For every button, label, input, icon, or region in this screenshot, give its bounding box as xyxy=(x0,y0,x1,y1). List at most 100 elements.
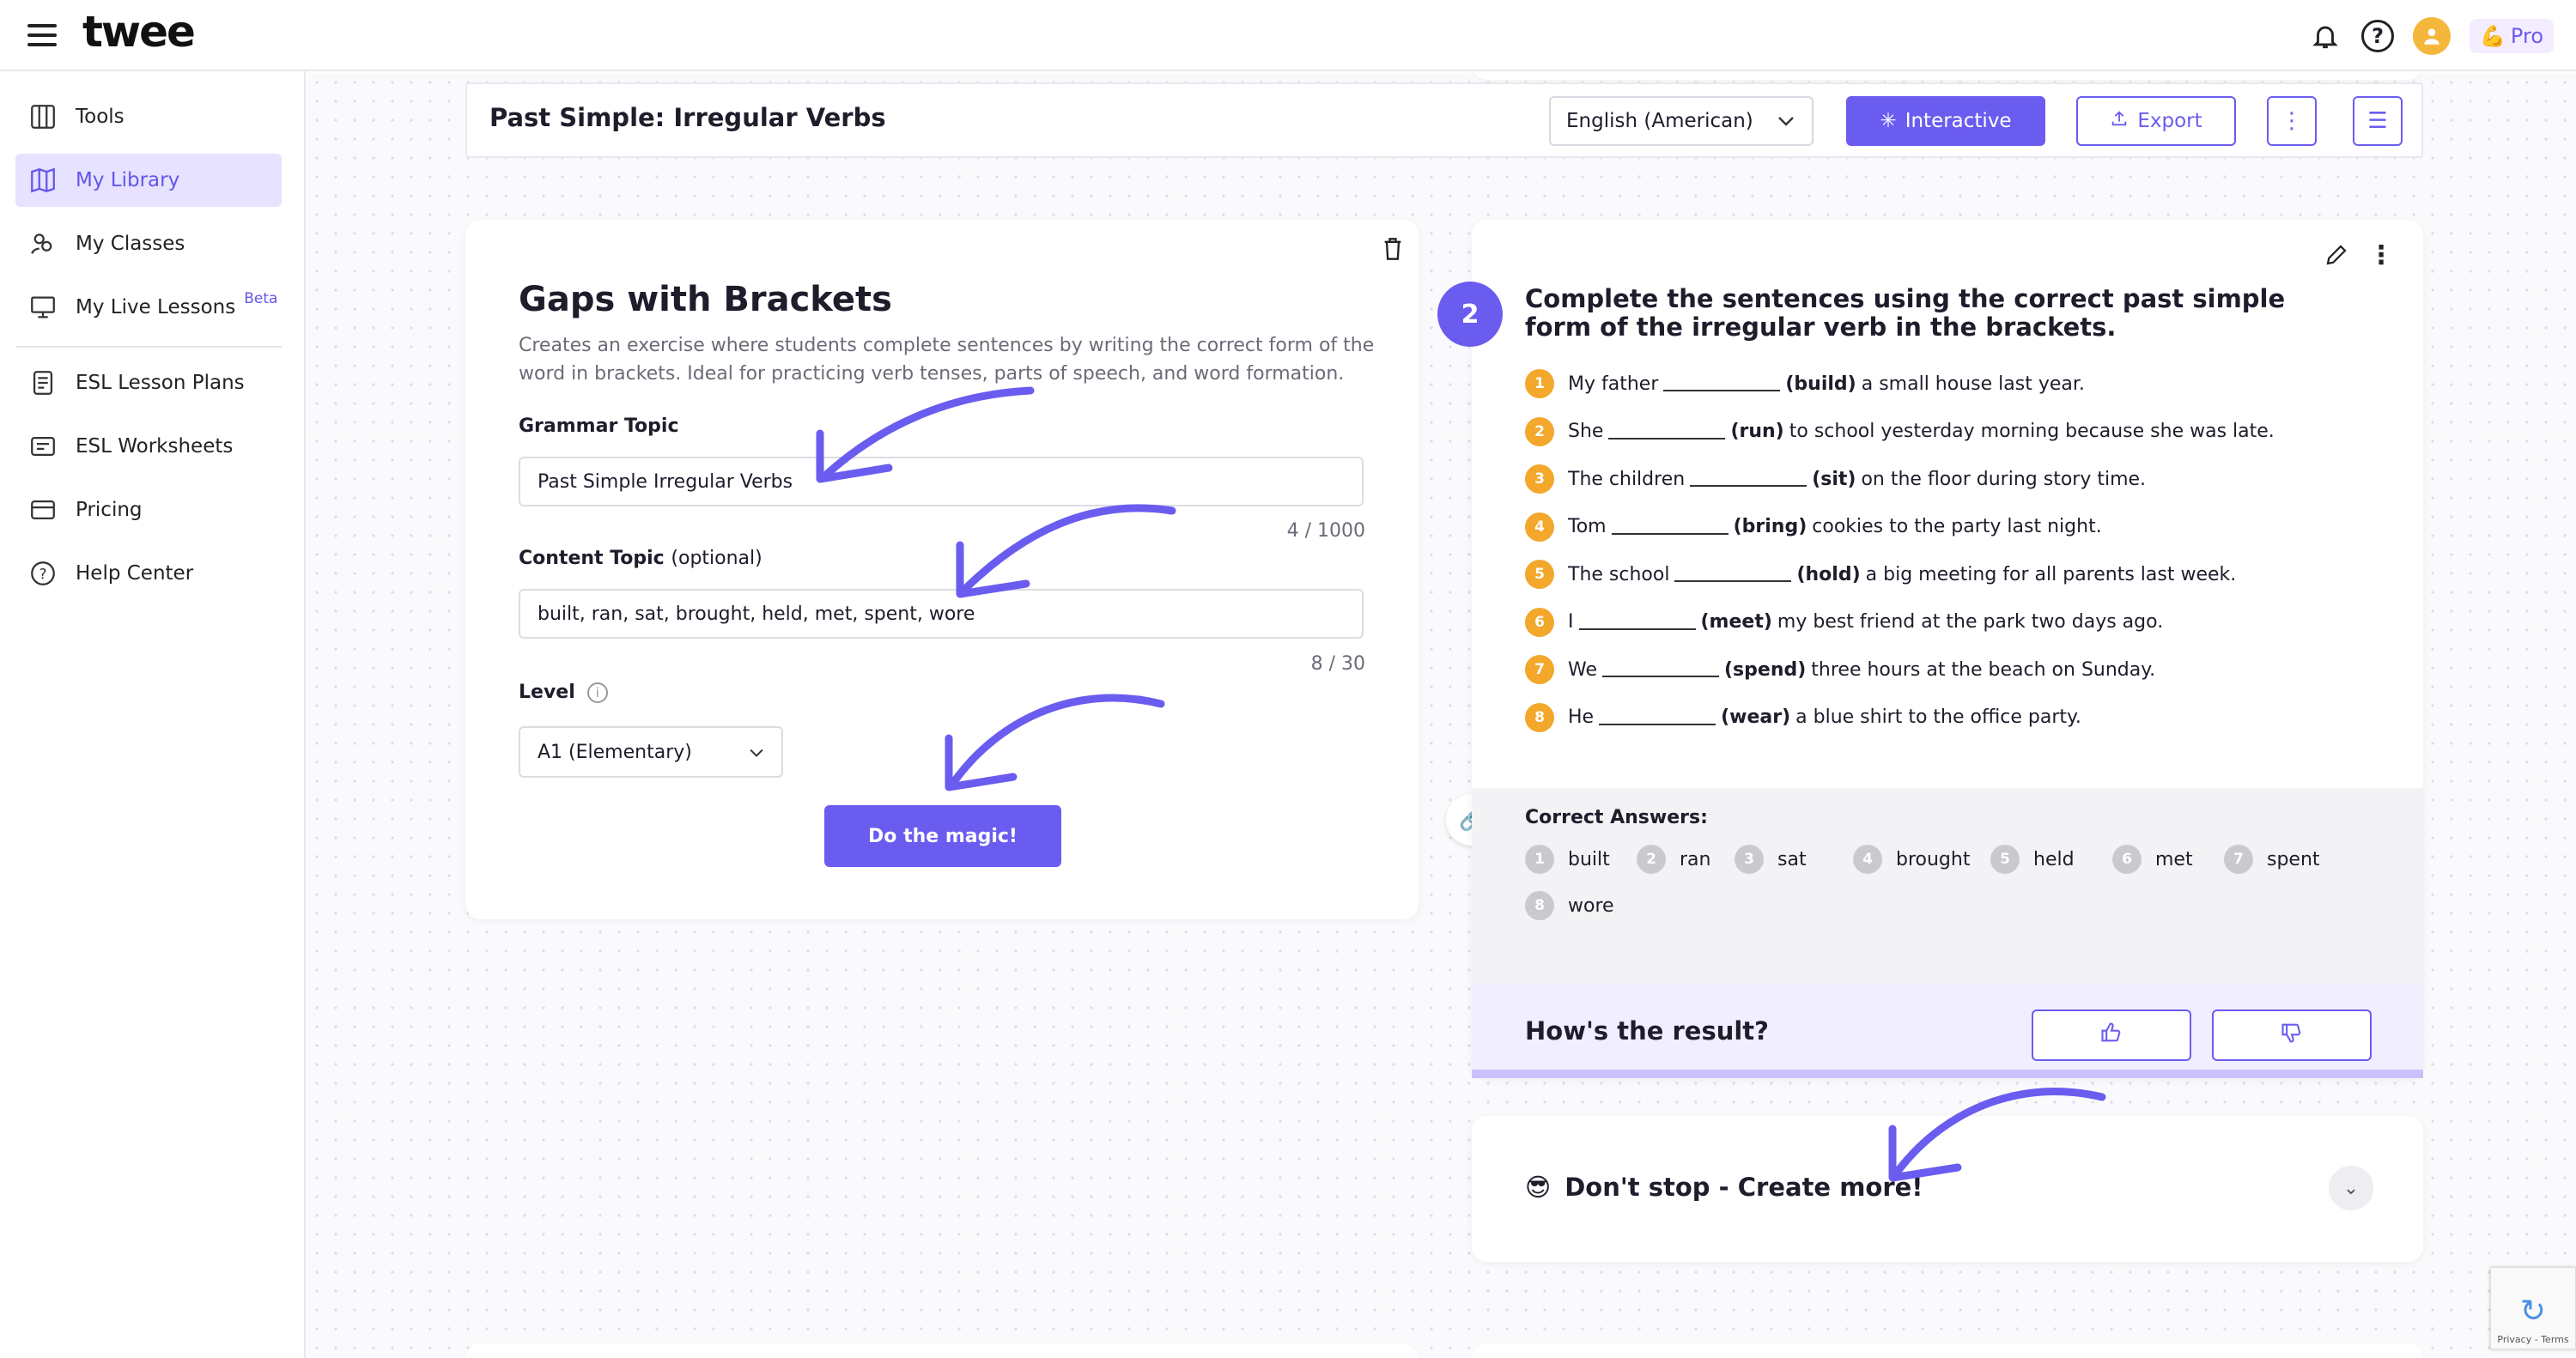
vertical-dots-icon[interactable]: ⋮ xyxy=(2368,240,2394,270)
verb-in-brackets: (sit) xyxy=(1812,468,1856,490)
answer-number: 1 xyxy=(1525,845,1554,874)
more-options-button[interactable]: ⋮ xyxy=(2267,96,2317,146)
do-the-magic-button[interactable]: Do the magic! xyxy=(824,805,1061,867)
help-icon[interactable]: ? xyxy=(2361,20,2395,52)
verb-in-brackets: (spend) xyxy=(1724,658,1807,681)
thumbs-down-button[interactable] xyxy=(2212,1009,2372,1061)
sidebar-item-tools[interactable]: Tools xyxy=(15,90,282,143)
answer-blank[interactable] xyxy=(1599,710,1716,725)
sidebar-item-esl-worksheets[interactable]: ESL Worksheets xyxy=(15,420,282,473)
answer-word: held xyxy=(2033,848,2075,870)
grammar-topic-input[interactable]: Past Simple Irregular Verbs xyxy=(519,457,1364,506)
result-title: How's the result? xyxy=(1525,1016,1769,1046)
sentence-start: The school xyxy=(1568,563,1670,585)
sidebar-item-label: ESL Worksheets xyxy=(76,435,234,458)
chevron-down-icon xyxy=(1777,110,1795,132)
bell-icon[interactable] xyxy=(2308,19,2342,53)
generator-card: Gaps with Brackets Creates an exercise w… xyxy=(465,220,1419,919)
sentence-number: 6 xyxy=(1525,607,1554,637)
pro-badge[interactable]: 💪 Pro xyxy=(2470,19,2554,53)
sidebar-item-my-classes[interactable]: My Classes xyxy=(15,217,282,270)
sentence-number: 8 xyxy=(1525,702,1554,732)
answer-chip: 8 wore xyxy=(1525,891,1614,920)
verb-in-brackets: (wear) xyxy=(1721,706,1791,728)
sidebar-item-label: My Live Lessons xyxy=(76,296,236,318)
result-feedback-bar: How's the result? xyxy=(1472,984,2423,1078)
document-title[interactable]: Past Simple: Irregular Verbs xyxy=(489,103,886,132)
answer-chip: 3 sat xyxy=(1735,845,1807,874)
sentence-end: to school yesterday morning because she … xyxy=(1789,421,2275,442)
help-icon: ? xyxy=(27,558,58,589)
top-bar: twee ? 💪 Pro xyxy=(0,0,2576,71)
answer-blank[interactable] xyxy=(1608,424,1726,440)
answer-number: 3 xyxy=(1735,845,1764,874)
create-more-label: Don't stop - Create more! xyxy=(1564,1173,1923,1202)
answer-blank[interactable] xyxy=(1611,519,1728,535)
answer-blank[interactable] xyxy=(1674,567,1792,582)
sunglasses-emoji-icon: 😎 xyxy=(1525,1173,1552,1202)
sidebar-item-label: Pricing xyxy=(76,499,143,521)
recaptcha-badge[interactable]: ↻ Privacy - Terms xyxy=(2490,1267,2576,1349)
sidebar-item-esl-lesson-plans[interactable]: ESL Lesson Plans xyxy=(15,356,282,409)
content-topic-input[interactable]: built, ran, sat, brought, held, met, spe… xyxy=(519,589,1364,639)
info-icon[interactable]: i xyxy=(586,682,608,703)
answer-number: 2 xyxy=(1637,845,1666,874)
answer-blank[interactable] xyxy=(1690,471,1807,487)
verb-in-brackets: (hold) xyxy=(1796,563,1861,585)
chevron-down-icon[interactable]: ⌄ xyxy=(2329,1166,2373,1210)
sidebar-item-my-live-lessons[interactable]: My Live Lessons Beta xyxy=(15,281,282,334)
sentence-start: I xyxy=(1568,611,1574,633)
lesson-plans-icon xyxy=(27,367,58,398)
pencil-icon[interactable] xyxy=(2324,242,2349,275)
sentence-end: my best friend at the park two days ago. xyxy=(1777,611,2164,633)
answer-number: 5 xyxy=(1990,845,2020,874)
grammar-topic-label: Grammar Topic xyxy=(519,415,679,437)
level-label: Level i xyxy=(519,682,608,703)
sidebar-item-help-center[interactable]: ? Help Center xyxy=(15,547,282,600)
answer-blank[interactable] xyxy=(1663,376,1781,391)
exercise-card: ⋮ 2 Complete the sentences using the cor… xyxy=(1437,220,2423,1078)
create-more-card[interactable]: 😎 Don't stop - Create more! ⌄ xyxy=(1472,1116,2423,1262)
sentence-number: 5 xyxy=(1525,560,1554,589)
answer-blank[interactable] xyxy=(1602,662,1719,677)
answer-chip: 1 built xyxy=(1525,845,1610,874)
answer-word: met xyxy=(2155,848,2193,870)
answer-blank[interactable] xyxy=(1578,615,1696,630)
pro-emoji-icon: 💪 xyxy=(2480,24,2506,48)
pro-label: Pro xyxy=(2510,24,2543,48)
export-button[interactable]: Export xyxy=(2076,96,2236,146)
upload-icon xyxy=(2110,109,2129,133)
beta-badge: Beta xyxy=(244,290,278,307)
app-logo[interactable]: twee xyxy=(82,7,196,57)
sidebar: Tools My Library My Classes My Live Less… xyxy=(0,71,306,1358)
answer-chip: 2 ran xyxy=(1637,845,1710,874)
level-select[interactable]: A1 (Elementary) xyxy=(519,726,783,778)
interactive-button[interactable]: ✳ Interactive xyxy=(1846,96,2045,146)
correct-answers-title: Correct Answers: xyxy=(1525,807,1708,828)
sentence-start: My father xyxy=(1568,373,1659,395)
sentence-start: He xyxy=(1568,706,1595,728)
sidebar-item-pricing[interactable]: Pricing xyxy=(15,483,282,537)
outline-menu-button[interactable]: ☰ xyxy=(2353,96,2403,146)
sentence-end: three hours at the beach on Sunday. xyxy=(1811,658,2156,681)
next-card-edge xyxy=(465,1343,1419,1358)
sentence-row: 3 The children (sit) on the floor during st… xyxy=(1525,464,2146,494)
content-topic-count: 8 / 30 xyxy=(1310,653,1365,675)
vertical-dots-icon: ⋮ xyxy=(2281,108,2303,134)
top-icons: ? 💪 Pro xyxy=(2308,17,2554,55)
exercise-title: Complete the sentences using the correct… xyxy=(1525,284,2286,342)
avatar[interactable] xyxy=(2413,17,2451,55)
document-header: Past Simple: Irregular Verbs English (Am… xyxy=(465,82,2423,158)
correct-answers-panel: Correct Answers: 1 built 2 ran 3 sat 4 brought 5… xyxy=(1472,788,2423,984)
sidebar-item-my-library[interactable]: My Library xyxy=(15,154,282,207)
answer-number: 7 xyxy=(2224,845,2253,874)
sentence-row: 5 The school (hold) a big meeting for all p… xyxy=(1525,560,2236,589)
thumbs-up-button[interactable] xyxy=(2032,1009,2191,1061)
exercise-number-badge: 2 xyxy=(1437,282,1503,347)
library-icon xyxy=(27,165,58,196)
trash-icon[interactable] xyxy=(1382,237,1403,267)
verb-in-brackets: (meet) xyxy=(1700,611,1772,633)
verb-in-brackets: (bring) xyxy=(1733,516,1807,537)
menu-icon[interactable] xyxy=(27,22,57,48)
language-select[interactable]: English (American) xyxy=(1549,96,1814,146)
